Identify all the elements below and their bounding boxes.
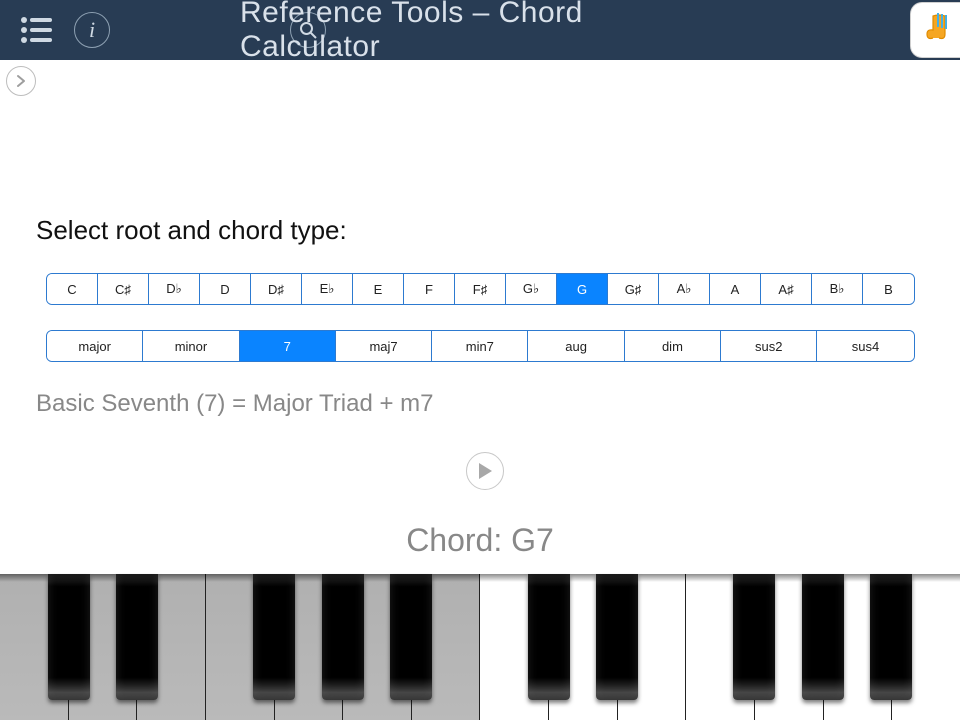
root-note-option[interactable]: G (557, 274, 608, 304)
root-note-option[interactable]: G♯ (608, 274, 659, 304)
app-logo[interactable] (910, 2, 960, 58)
root-note-option[interactable]: G♭ (506, 274, 557, 304)
piano-black-key[interactable] (802, 574, 844, 700)
piano-black-key[interactable] (322, 574, 364, 700)
header-bar: i Reference Tools – Chord Calculator (0, 0, 960, 60)
root-note-option[interactable]: F♯ (455, 274, 506, 304)
piano-black-key[interactable] (390, 574, 432, 700)
chord-type-selector: majorminor7maj7min7augdimsus2sus4 (46, 330, 915, 362)
root-note-option[interactable]: D (200, 274, 251, 304)
piano-black-key[interactable] (116, 574, 158, 700)
info-icon[interactable]: i (74, 12, 110, 48)
root-note-option[interactable]: F (404, 274, 455, 304)
chord-type-option[interactable]: 7 (240, 331, 336, 361)
root-note-option[interactable]: B (863, 274, 914, 304)
root-note-selector: CC♯D♭DD♯E♭EFF♯G♭GG♯A♭AA♯B♭B (46, 273, 915, 305)
piano-black-key[interactable] (528, 574, 570, 700)
root-note-option[interactable]: A♯ (761, 274, 812, 304)
root-note-option[interactable]: C (47, 274, 98, 304)
play-icon[interactable] (466, 452, 504, 490)
chord-type-option[interactable]: maj7 (336, 331, 432, 361)
menu-icon[interactable] (20, 16, 52, 44)
chord-name-label: Chord: G7 (0, 522, 960, 559)
piano-black-key[interactable] (733, 574, 775, 700)
chord-type-option[interactable]: dim (625, 331, 721, 361)
chord-type-option[interactable]: major (47, 331, 143, 361)
root-note-option[interactable]: A (710, 274, 761, 304)
piano-black-key[interactable] (253, 574, 295, 700)
chord-type-option[interactable]: sus2 (721, 331, 817, 361)
page-title: Reference Tools – Chord Calculator (240, 0, 720, 64)
root-note-option[interactable]: D♭ (149, 274, 200, 304)
piano-black-key[interactable] (870, 574, 912, 700)
prompt-label: Select root and chord type: (36, 215, 347, 246)
piano-keyboard[interactable]: GABCDEFGABCMiddleDEF (0, 574, 960, 720)
root-note-option[interactable]: C♯ (98, 274, 149, 304)
root-note-option[interactable]: B♭ (812, 274, 863, 304)
root-note-option[interactable]: E♭ (302, 274, 353, 304)
chord-type-option[interactable]: sus4 (817, 331, 913, 361)
piano-black-key[interactable] (596, 574, 638, 700)
piano-black-key[interactable] (48, 574, 90, 700)
chord-type-option[interactable]: aug (528, 331, 624, 361)
chord-type-option[interactable]: minor (143, 331, 239, 361)
chord-type-option[interactable]: min7 (432, 331, 528, 361)
chord-description: Basic Seventh (7) = Major Triad + m7 (36, 390, 434, 418)
root-note-option[interactable]: E (353, 274, 404, 304)
expand-panel-icon[interactable] (6, 66, 36, 96)
root-note-option[interactable]: D♯ (251, 274, 302, 304)
root-note-option[interactable]: A♭ (659, 274, 710, 304)
